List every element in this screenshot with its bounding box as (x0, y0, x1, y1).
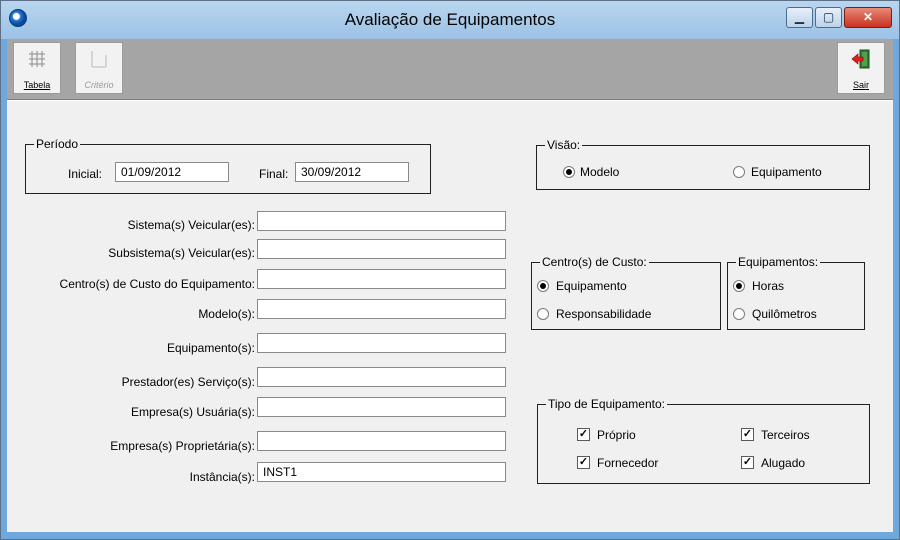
criterio-button[interactable]: Critério (75, 42, 123, 94)
inicial-label: Inicial: (68, 167, 103, 181)
minimize-icon: ▁ (794, 10, 805, 24)
subsistema-input[interactable] (257, 239, 506, 259)
maximize-button[interactable]: ▢ (815, 7, 842, 28)
final-label: Final: (259, 167, 289, 181)
close-icon: ✕ (862, 10, 874, 24)
equipamento-label: Equipamento(s): (166, 341, 255, 355)
equipamento-input[interactable] (257, 333, 506, 353)
window-title: Avaliação de Equipamentos (344, 10, 556, 29)
empresa-usuaria-label: Empresa(s) Usuária(s): (130, 405, 255, 419)
modelo-input[interactable] (257, 299, 506, 319)
proprio-label: Próprio (597, 428, 636, 442)
centro-custo-equipamento-option-label: Equipamento (556, 279, 627, 293)
prestador-label: Prestador(es) Serviço(s): (121, 375, 255, 389)
toolbar: Tabela Critério Sair (7, 39, 893, 100)
prestador-input[interactable] (257, 367, 506, 387)
centro-custo-equipamento-radio[interactable] (537, 280, 549, 292)
alugado-checkbox[interactable]: ✓ (741, 456, 754, 469)
minimize-button[interactable]: ▁ (786, 7, 813, 28)
sistema-label: Sistema(s) Veicular(es): (127, 218, 255, 232)
equipamentos-quilometros-radio[interactable] (733, 308, 745, 320)
visao-legend: Visão: (547, 138, 581, 152)
visao-equipamento-radio[interactable] (733, 166, 745, 178)
app-window: Avaliação de Equipamentos ▁ ▢ ✕ Tabela C… (0, 0, 900, 540)
sistema-input[interactable] (257, 211, 506, 231)
instancia-label: Instância(s): (189, 470, 255, 484)
alugado-label: Alugado (761, 456, 806, 470)
empresa-proprietaria-input[interactable] (257, 431, 506, 451)
equipamentos-horas-label: Horas (752, 279, 785, 293)
periodo-legend: Período (36, 137, 79, 151)
visao-modelo-radio[interactable] (563, 166, 575, 178)
criteria-icon (91, 51, 107, 68)
instancia-input[interactable] (257, 462, 506, 482)
centro-custo-equipamento-label: Centro(s) de Custo do Equipamento: (59, 277, 255, 291)
inicial-date-input[interactable] (115, 162, 229, 182)
visao-group: Visão: (536, 138, 870, 190)
tipo-equipamento-legend: Tipo de Equipamento: (548, 397, 665, 411)
empresa-usuaria-input[interactable] (257, 397, 506, 417)
centro-custo-equipamento-input[interactable] (257, 269, 506, 289)
modelo-label: Modelo(s): (198, 307, 255, 321)
centro-custo-legend: Centro(s) de Custo: (542, 255, 647, 269)
tabela-label: Tabela (23, 80, 51, 90)
subsistema-label: Subsistema(s) Veicular(es): (108, 246, 255, 260)
equipamentos-quilometros-label: Quilômetros (752, 307, 817, 321)
visao-equipamento-label: Equipamento (751, 165, 822, 179)
fornecedor-label: Fornecedor (597, 456, 659, 470)
fornecedor-checkbox[interactable]: ✓ (577, 456, 590, 469)
close-button[interactable]: ✕ (844, 7, 892, 28)
proprio-checkbox[interactable]: ✓ (577, 428, 590, 441)
terceiros-checkbox[interactable]: ✓ (741, 428, 754, 441)
equipamentos-legend: Equipamentos: (738, 255, 819, 269)
exit-door-icon (851, 49, 870, 69)
title-bar: Avaliação de Equipamentos ▁ ▢ ✕ (1, 1, 899, 39)
sair-label: Sair (852, 80, 869, 90)
table-grid-icon (29, 51, 45, 67)
visao-modelo-label: Modelo (580, 165, 620, 179)
empresa-proprietaria-label: Empresa(s) Proprietária(s): (110, 439, 255, 453)
criterio-label: Critério (84, 80, 114, 90)
final-date-input[interactable] (295, 162, 409, 182)
form-area: Período Inicial: Final: Sistema(s) Veicu… (7, 100, 893, 532)
terceiros-label: Terceiros (761, 428, 810, 442)
tabela-button[interactable]: Tabela (13, 42, 61, 94)
equipamentos-horas-radio[interactable] (733, 280, 745, 292)
sair-button[interactable]: Sair (837, 42, 885, 94)
maximize-icon: ▢ (822, 10, 835, 24)
centro-custo-responsabilidade-label: Responsabilidade (556, 307, 652, 321)
centro-custo-responsabilidade-radio[interactable] (537, 308, 549, 320)
